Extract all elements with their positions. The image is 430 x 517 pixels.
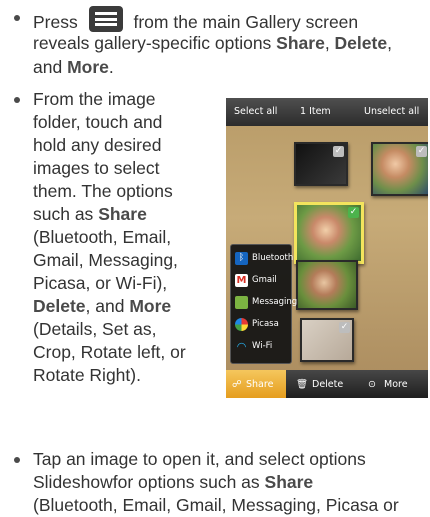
share-button[interactable]: ☍ Share — [226, 370, 286, 398]
share-icon: ☍ — [232, 379, 242, 390]
text: Slideshowfor options such as — [33, 472, 265, 492]
share-option-label: Messaging — [252, 297, 298, 307]
delete-label: Delete — [312, 379, 344, 390]
bullet-dot — [14, 457, 20, 463]
text: , and — [85, 296, 130, 316]
checkbox-checked-icon[interactable]: ✓ — [348, 207, 359, 218]
share-option-label: Bluetooth — [252, 253, 294, 263]
text: reveals gallery-specific options — [33, 33, 277, 53]
text: Gmail, Messaging, — [33, 250, 178, 270]
delete-button[interactable]: 🗑 Delete — [288, 370, 356, 398]
more-label: More — [384, 379, 408, 390]
share-label: Share — [246, 379, 274, 390]
photo-thumbnail[interactable] — [296, 260, 358, 310]
text: Crop, Rotate left, or — [33, 342, 186, 362]
text: Press — [33, 12, 78, 32]
text: from the main Gallery screen — [133, 12, 359, 32]
bluetooth-icon: ᛒ — [235, 252, 248, 265]
bullet-dot — [14, 97, 20, 103]
unselect-all-button[interactable]: Unselect all — [364, 106, 419, 117]
share-option-label: Wi-Fi — [252, 341, 273, 351]
more-term: More — [67, 57, 109, 77]
messaging-icon — [235, 296, 248, 309]
text: From the image — [33, 89, 156, 109]
selected-count: 1 Item — [300, 106, 331, 117]
checkbox-icon[interactable]: ✓ — [339, 322, 350, 333]
delete-term: Delete — [33, 296, 86, 316]
bullet2-line10: Delete, and More — [33, 295, 171, 318]
share-option-label: Picasa — [252, 319, 279, 329]
wifi-icon: ◠ — [236, 340, 247, 353]
share-term: Share — [276, 33, 325, 53]
select-all-button[interactable]: Select all — [234, 106, 277, 117]
bullet1-line3: and More. — [33, 56, 114, 79]
bullet3-line2: Slideshowfor options such as Share — [33, 471, 313, 494]
share-term: Share — [98, 204, 147, 224]
photo-thumbnail[interactable]: ✓ — [371, 142, 428, 196]
photo-thumbnail-selected[interactable]: ✓ — [294, 202, 364, 264]
text: , — [324, 33, 335, 53]
text: (Bluetooth, Email, — [33, 227, 172, 247]
selection-top-bar: Select all 1 Item Unselect all — [226, 98, 428, 126]
text: and — [33, 57, 68, 77]
bullet1-line1: Press from the main Gallery screen — [33, 6, 358, 34]
more-button[interactable]: ⊙ More — [360, 370, 428, 398]
photo-thumbnail[interactable]: ✓ — [300, 318, 354, 362]
menu-key-icon — [88, 6, 123, 32]
share-menu-popup: ᛒ Bluetooth M Gmail Messaging Picasa ◠ W… — [230, 244, 297, 364]
gallery-screenshot: Select all 1 Item Unselect all ✓ ✓ ✓ ✓ ᛒ… — [226, 98, 428, 398]
share-term: Share — [264, 472, 314, 492]
text: Rotate Right). — [33, 365, 141, 385]
text: Tap an image to open it, and select opti… — [33, 449, 366, 469]
text: (Details, Set as, — [33, 319, 157, 339]
delete-term: Delete — [334, 33, 388, 53]
text: hold any desired — [33, 135, 162, 155]
picasa-icon — [235, 318, 248, 331]
bullet2-line6: such as Share — [33, 203, 147, 226]
checkbox-icon[interactable]: ✓ — [333, 146, 344, 157]
text: images to select — [33, 158, 160, 178]
action-bottom-bar: ☍ Share 🗑 Delete ⊙ More — [226, 370, 428, 398]
bullet-dot — [14, 15, 20, 21]
bullet1-line2: reveals gallery-specific options Share, … — [33, 32, 392, 55]
text: , — [387, 33, 392, 53]
text: . — [108, 57, 114, 77]
text: such as — [33, 204, 99, 224]
photo-thumbnail[interactable]: ✓ — [294, 142, 348, 186]
text: folder, touch and — [33, 112, 163, 132]
more-term: More — [129, 296, 172, 316]
more-circle-icon: ⊙ — [368, 379, 376, 390]
text: (Bluetooth, Email, Gmail, Messaging, Pic… — [33, 495, 399, 515]
text: Picasa, or Wi-Fi), — [33, 273, 168, 293]
share-option-label: Gmail — [252, 275, 277, 285]
text: them. The options — [33, 181, 173, 201]
gmail-icon: M — [235, 274, 248, 287]
trash-icon: 🗑 — [296, 379, 309, 390]
checkbox-icon[interactable]: ✓ — [416, 146, 427, 157]
